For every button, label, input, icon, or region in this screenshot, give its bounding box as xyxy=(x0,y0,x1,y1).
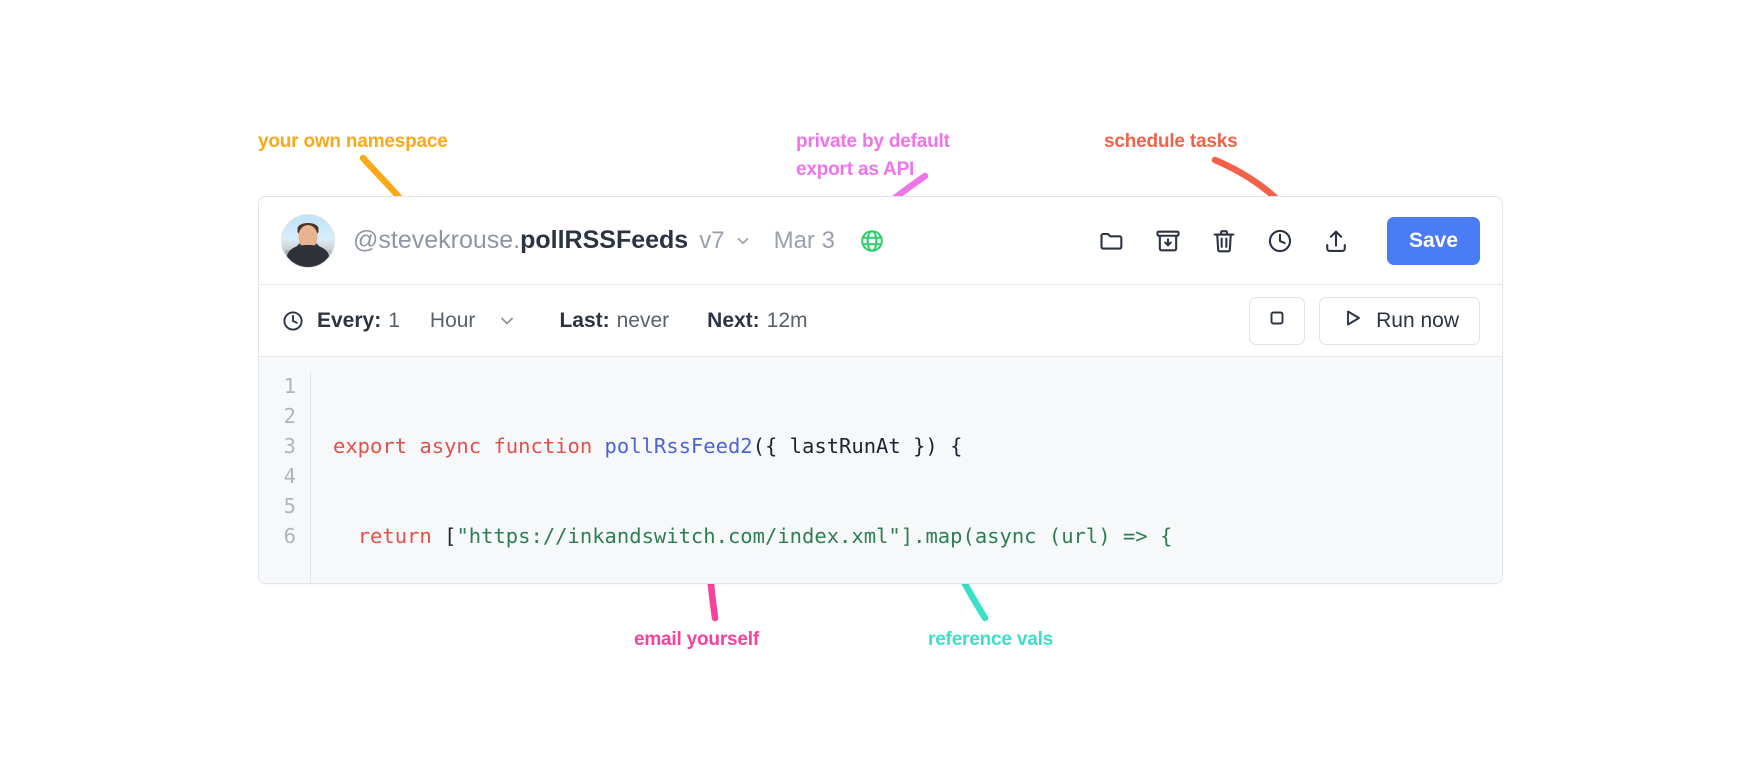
code-editor[interactable]: 1 2 3 4 5 6 export async function pollRs… xyxy=(259,357,1502,583)
chevron-down-icon[interactable] xyxy=(497,311,517,331)
clock-icon xyxy=(281,309,305,333)
last-value: never xyxy=(616,308,670,332)
code-line-1: export async function pollRssFeed2({ las… xyxy=(333,431,1172,461)
code-token-plain: ].map(async (url) => { xyxy=(900,524,1173,548)
interval-unit-select[interactable]: Hour xyxy=(430,309,476,333)
line-number-gutter: 1 2 3 4 5 6 xyxy=(259,371,311,583)
trash-icon[interactable] xyxy=(1209,226,1239,256)
line-number: 3 xyxy=(283,434,296,458)
annotation-schedule: schedule tasks xyxy=(1104,131,1238,152)
line-number: 6 xyxy=(283,524,296,548)
val-title: @stevekrouse. pollRSSFeeds v7 Mar 3 xyxy=(353,226,885,255)
every-label: Every: xyxy=(317,308,382,332)
val-date: Mar 3 xyxy=(773,226,835,254)
val-header: @stevekrouse. pollRSSFeeds v7 Mar 3 Save xyxy=(259,197,1502,285)
line-number: 5 xyxy=(283,494,296,518)
annotation-email: email yourself xyxy=(634,629,759,650)
screenshot-root: your own namespace private by default ex… xyxy=(0,0,1762,770)
stop-button[interactable] xyxy=(1249,296,1306,345)
next-label: Next: xyxy=(707,308,760,332)
schedule-bar: Every: 1 Hour Last: never Next: 12m Run … xyxy=(259,285,1502,357)
next-run-group: Next: 12m xyxy=(707,309,807,333)
val-version[interactable]: v7 xyxy=(699,227,724,255)
archive-icon[interactable] xyxy=(1153,226,1183,256)
last-label: Last: xyxy=(559,308,610,332)
stop-square-icon xyxy=(1265,306,1289,336)
header-actions: Save xyxy=(1097,216,1480,265)
val-handle[interactable]: @stevekrouse. xyxy=(353,226,520,255)
code-token-plain: [ xyxy=(431,524,457,548)
globe-icon[interactable] xyxy=(859,228,885,254)
run-now-label: Run now xyxy=(1376,308,1459,332)
avatar[interactable] xyxy=(281,213,335,268)
chevron-down-icon[interactable] xyxy=(734,232,752,250)
line-number: 2 xyxy=(283,404,296,428)
code-token-keyword: export async function xyxy=(333,434,605,458)
save-button[interactable]: Save xyxy=(1386,216,1480,265)
code-token-string: "https://inkandswitch.com/index.xml" xyxy=(456,524,901,548)
line-number: 4 xyxy=(283,464,296,488)
annotation-namespace: your own namespace xyxy=(258,131,448,152)
val-editor-card: @stevekrouse. pollRSSFeeds v7 Mar 3 Save… xyxy=(258,196,1503,584)
code-token-plain: ({ lastRunAt }) { xyxy=(752,434,963,458)
code-token-function: pollRssFeed2 xyxy=(604,434,753,458)
last-run-group: Last: never xyxy=(559,309,669,333)
play-triangle-icon xyxy=(1340,306,1364,336)
schedule-actions: Run now xyxy=(1249,296,1480,345)
annotation-private: private by default export as API xyxy=(796,131,950,180)
line-number: 1 xyxy=(283,374,296,398)
next-value: 12m xyxy=(766,308,808,332)
code-token-keyword: return xyxy=(357,524,432,548)
interval-count-input[interactable]: 1 xyxy=(388,309,400,333)
run-now-button[interactable]: Run now xyxy=(1319,296,1480,345)
annotation-reference: reference vals xyxy=(928,629,1054,650)
folder-icon[interactable] xyxy=(1097,226,1127,256)
code-line-2: return ["https://inkandswitch.com/index.… xyxy=(333,521,1173,551)
code-lines[interactable]: export async function pollRssFeed2({ las… xyxy=(311,371,1172,583)
upload-icon[interactable] xyxy=(1321,226,1351,256)
val-name[interactable]: pollRSSFeeds xyxy=(520,226,688,255)
clock-icon[interactable] xyxy=(1265,226,1295,256)
code-token-indent xyxy=(333,524,358,548)
